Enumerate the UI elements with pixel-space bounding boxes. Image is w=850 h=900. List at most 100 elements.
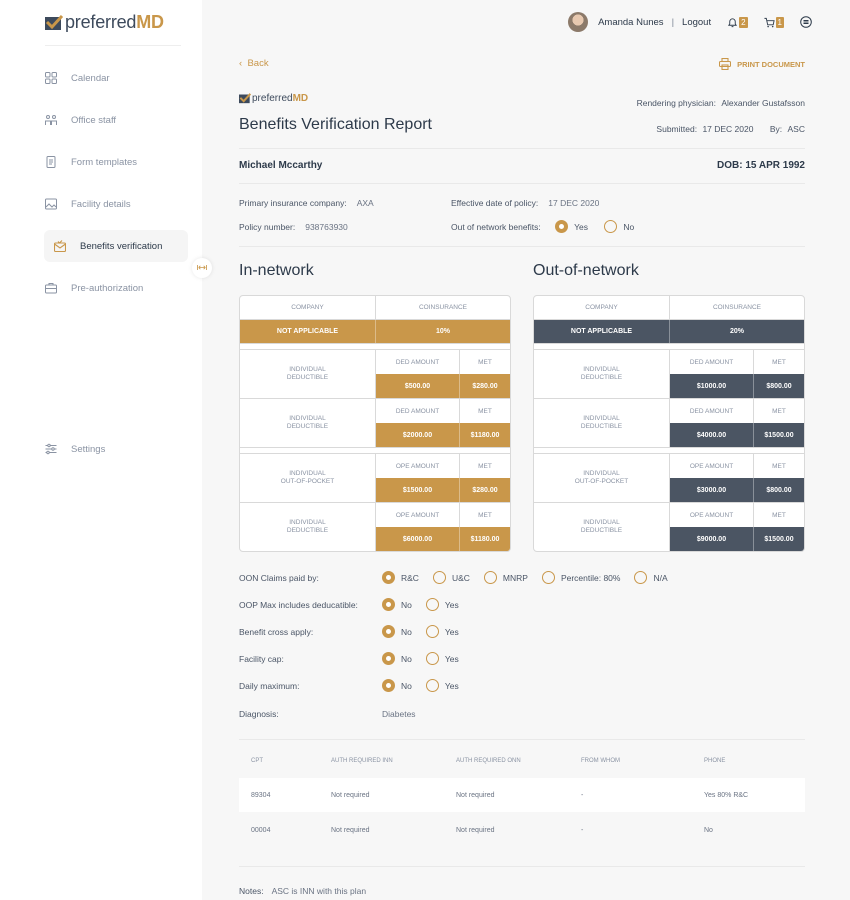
page-title: Benefits Verification Report [239,116,432,133]
amount-value: $500.00 [376,374,460,398]
table-cell: - [581,791,584,799]
met-header: MET [478,407,492,415]
block-label: INDIVIDUAL DEDUCTIBLE [534,350,670,398]
oon-claims-mnrp-radio[interactable] [483,571,497,584]
avatar[interactable] [568,12,589,32]
menu-button[interactable] [800,16,812,28]
benefit-cross-yes-radio[interactable] [425,625,439,638]
logo-text: preferredMD [65,12,164,32]
amount-value: $2000.00 [376,423,460,447]
sidebar-item-benefits-verification[interactable]: Benefits verification [44,230,188,262]
table-cell: - [581,826,584,834]
policy-number: Policy number: 938763930 [239,222,348,232]
radio-label: U&C [451,572,470,583]
deductible-block: INDIVIDUAL DEDUCTIBLE OPE AMOUNT MET $9000… [534,503,804,551]
table-cell: 00004 [251,826,271,834]
block-label: INDIVIDUAL DEDUCTIBLE [240,350,376,398]
header-separator: | [671,16,675,28]
coinsurance-value: 20% [670,320,804,343]
image-icon [45,198,57,210]
block-label: INDIVIDUAL DEDUCTIBLE [534,503,670,551]
header-user-bar: Amanda Nunes | Logout 2 1 [568,12,812,32]
sidebar-collapse-button[interactable] [192,258,212,278]
oon-claims-na-radio[interactable] [634,571,648,584]
sidebar-item-settings[interactable]: Settings [45,434,105,464]
radio-label: Yes [444,653,459,664]
oon-claims-rc-radio[interactable] [382,571,395,584]
facility-cap-radio-group: No Yes [382,652,473,665]
sidebar-item-calendar[interactable]: Calendar [45,63,110,93]
print-document-button[interactable]: PRINT DOCUMENT [719,58,805,70]
met-value: $1500.00 [764,431,794,439]
met-value: $800.00 [766,382,792,390]
table-cell: No [704,826,713,834]
sidebar-item-office-staff[interactable]: Office staff [45,105,116,135]
amount-value: $1500.00 [376,478,460,502]
radio-label: No [401,680,412,691]
effective-date: Effective date of policy: 17 DEC 2020 [451,198,599,208]
grid-icon [45,72,57,84]
oon-claims-uc-radio[interactable] [432,571,446,584]
daily-maximum-no-radio[interactable] [382,679,395,692]
logo-prefix: preferred [252,93,293,104]
oon-benefits-yes-radio[interactable] [555,220,569,233]
column-header: PHONE [704,758,726,764]
report-logo: preferred MD [239,93,308,104]
diagnosis-label: Diagnosis: [239,709,279,719]
amount-header: DED AMOUNT [670,350,754,374]
company-value: NOT APPLICABLE [534,320,670,343]
rendering-physician: Rendering physician: Alexander Gustafsso… [637,98,805,108]
radio-label: Yes [444,680,459,691]
sidebar-item-label: Office staff [71,114,117,126]
oon-benefits-no-radio[interactable] [604,220,618,233]
table-cell: 89304 [251,791,271,799]
facility-cap-yes-radio[interactable] [425,652,439,665]
effective-date-value: 17 DEC 2020 [548,198,600,208]
met-header: MET [772,358,786,366]
brand-logo[interactable]: preferredMD [45,12,164,33]
facility-cap-no-radio[interactable] [382,652,395,665]
primary-insurance: Primary insurance company: AXA [239,198,374,208]
patient-dob: DOB: 15 APR 1992 [717,160,805,171]
printer-icon [719,58,732,70]
met-value: $280.00 [472,486,498,494]
logo-suffix: MD [292,93,309,104]
logout-link[interactable]: Logout [682,17,711,28]
oon-claims-percentile-radio[interactable] [541,571,555,584]
document-icon [46,156,56,168]
amount-header: DED AMOUNT [376,399,460,423]
met-header: MET [478,358,492,366]
divider [239,148,805,149]
column-header: CPT [251,758,263,764]
amount-header: OPE AMOUNT [376,503,460,527]
oon-claims-radio-group: R&C U&C MNRP Percentile: 80% N/A [382,571,682,584]
diagnosis-value: Diabetes [382,709,416,719]
radio-label: MNRP [502,572,528,583]
patient-name: Michael Mccarthy [239,160,323,171]
mail-check-icon [54,240,66,252]
benefit-cross-no-radio[interactable] [382,625,395,638]
primary-insurance-label: Primary insurance company: [239,198,347,208]
oop-max-yes-radio[interactable] [425,598,439,611]
oop-max-no-radio[interactable] [382,598,395,611]
radio-label: R&C [401,572,419,583]
sidebar-item-form-templates[interactable]: Form templates [45,147,137,177]
submitted-value: 17 DEC 2020 [702,124,754,134]
benefit-cross-radio-group: No Yes [382,625,473,638]
radio-label: Percentile: 80% [560,572,621,583]
sidebar: preferredMD Calendar Office staff Form t… [0,0,202,900]
submitted-info: Submitted: 17 DEC 2020 By: ASC [656,124,805,134]
met-header: MET [772,511,786,519]
submitted-label: Submitted: [656,124,698,134]
notifications-button[interactable]: 2 [727,16,748,28]
sidebar-item-facility-details[interactable]: Facility details [45,189,131,219]
met-header: MET [478,462,492,470]
back-link[interactable]: ‹ Back [239,58,269,69]
cart-button[interactable]: 1 [764,16,784,28]
divider [239,183,805,184]
met-value: $1500.00 [764,535,794,543]
table-cell: Not required [456,791,495,799]
sidebar-item-label: Benefits verification [80,240,163,252]
sidebar-item-pre-authorization[interactable]: Pre-authorization [45,273,143,303]
daily-maximum-yes-radio[interactable] [425,679,439,692]
